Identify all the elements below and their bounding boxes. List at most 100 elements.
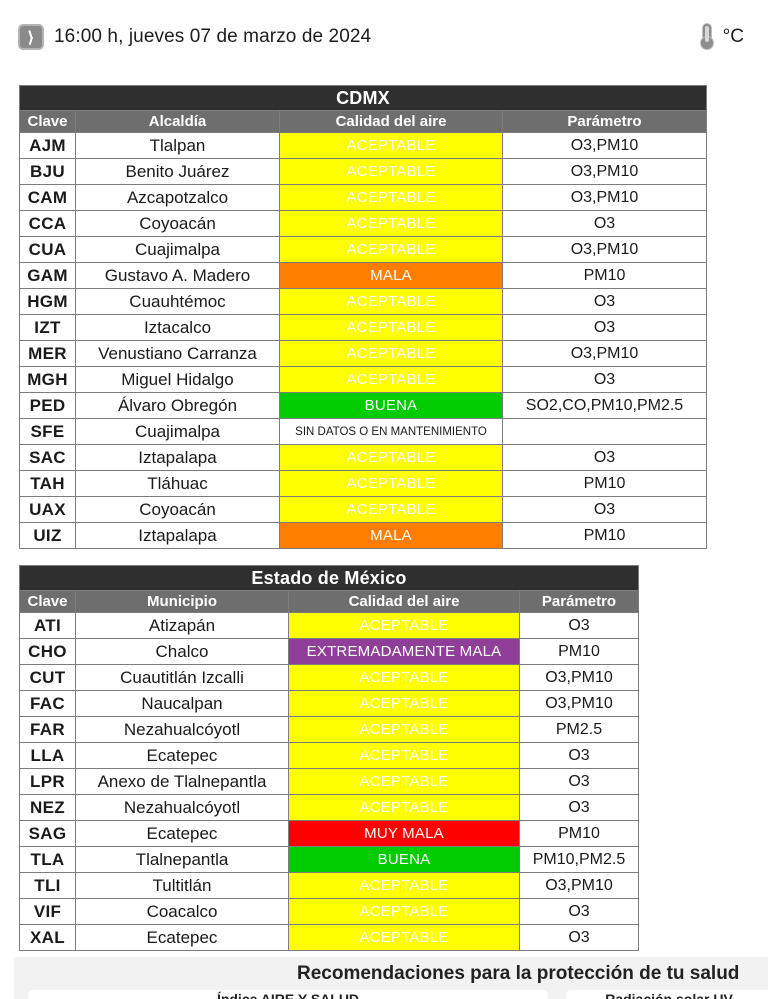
station-locality: Azcapotzalco (76, 185, 279, 210)
pollutant-parameter: O3,PM10 (520, 665, 638, 690)
pollutant-parameter: O3 (503, 445, 706, 470)
table-row: ATI Atizapán ACEPTABLE O3 (20, 613, 638, 638)
station-key: BJU (20, 159, 75, 184)
air-quality-badge: MUY MALA (289, 821, 519, 846)
station-key: PED (20, 393, 75, 418)
radiacion-uv-card[interactable]: Radiación solar UV (566, 990, 768, 999)
station-key: SAC (20, 445, 75, 470)
station-key: AJM (20, 133, 75, 158)
station-key: UAX (20, 497, 75, 522)
clock-icon (18, 24, 44, 50)
pollutant-parameter: O3 (503, 289, 706, 314)
air-quality-badge: ACEPTABLE (289, 925, 519, 950)
edomex-col-municipio: Municipio (76, 591, 288, 612)
station-locality: Naucalpan (76, 691, 288, 716)
aire-y-salud-card-title: Índice AIRE Y SALUD (216, 991, 360, 999)
cdmx-col-clave: Clave (20, 111, 75, 132)
recommendations-panel: Recomendaciones para la protección de tu… (14, 957, 768, 999)
air-quality-badge: ACEPTABLE (280, 133, 502, 158)
station-key: TAH (20, 471, 75, 496)
datetime-group: 16:00 h, jueves 07 de marzo de 2024 (18, 24, 371, 50)
table-row: SAG Ecatepec MUY MALA PM10 (20, 821, 638, 846)
station-key: CUA (20, 237, 75, 262)
air-quality-badge: ACEPTABLE (289, 613, 519, 638)
table-row: MER Venustiano Carranza ACEPTABLE O3,PM10 (20, 341, 706, 366)
pollutant-parameter: O3 (503, 497, 706, 522)
table-row: FAC Naucalpan ACEPTABLE O3,PM10 (20, 691, 638, 716)
table-row: TAH Tláhuac ACEPTABLE PM10 (20, 471, 706, 496)
pollutant-parameter: PM10 (503, 263, 706, 288)
table-row: SFE Cuajimalpa SIN DATOS O EN MANTENIMIENT… (20, 419, 706, 444)
air-quality-badge: ACEPTABLE (280, 471, 502, 496)
station-locality: Cuajimalpa (76, 237, 279, 262)
table-row: CHO Chalco EXTREMADAMENTE MALA PM10 (20, 639, 638, 664)
table-row: GAM Gustavo A. Madero MALA PM10 (20, 263, 706, 288)
station-locality: Cuauhtémoc (76, 289, 279, 314)
station-locality: Cuautitlán Izcalli (76, 665, 288, 690)
pollutant-parameter: PM10 (503, 471, 706, 496)
station-key: FAR (20, 717, 75, 742)
station-locality: Nezahualcóyotl (76, 795, 288, 820)
table-row: MGH Miguel Hidalgo ACEPTABLE O3 (20, 367, 706, 392)
air-quality-badge: ACEPTABLE (280, 367, 502, 392)
station-key: GAM (20, 263, 75, 288)
air-quality-badge: ACEPTABLE (280, 185, 502, 210)
table-row: LPR Anexo de Tlalnepantla ACEPTABLE O3 (20, 769, 638, 794)
table-row: BJU Benito Juárez ACEPTABLE O3,PM10 (20, 159, 706, 184)
table-row: PED Álvaro Obregón BUENA SO2,CO,PM10,PM2.5 (20, 393, 706, 418)
table-row: VIF Coacalco ACEPTABLE O3 (20, 899, 638, 924)
air-quality-report-page: 16:00 h, jueves 07 de marzo de 2024 °C C… (0, 0, 768, 999)
pollutant-parameter: O3 (503, 367, 706, 392)
recommendations-cards: Índice AIRE Y SALUD Radiación solar UV (14, 990, 768, 999)
station-key: CHO (20, 639, 75, 664)
pollutant-parameter: O3,PM10 (503, 159, 706, 184)
air-quality-badge: ACEPTABLE (289, 769, 519, 794)
pollutant-parameter: PM2.5 (520, 717, 638, 742)
station-locality: Cuajimalpa (76, 419, 279, 444)
edomex-table-body: Estado de México Clave Municipio Calidad… (20, 566, 638, 950)
air-quality-badge: ACEPTABLE (289, 873, 519, 898)
cdmx-table-body: CDMX Clave Alcaldía Calidad del aire Par… (20, 86, 706, 548)
station-key: CCA (20, 211, 75, 236)
station-locality: Iztacalco (76, 315, 279, 340)
station-key: LPR (20, 769, 75, 794)
cdmx-air-quality-table: CDMX Clave Alcaldía Calidad del aire Par… (19, 85, 707, 549)
pollutant-parameter: PM10 (503, 523, 706, 548)
temperature-unit-label: °C (722, 26, 744, 47)
edomex-title-row: Estado de México (20, 566, 638, 590)
station-locality: Tláhuac (76, 471, 279, 496)
table-row: CAM Azcapotzalco ACEPTABLE O3,PM10 (20, 185, 706, 210)
pollutant-parameter: O3 (520, 769, 638, 794)
station-locality: Miguel Hidalgo (76, 367, 279, 392)
table-row: UIZ Iztapalapa MALA PM10 (20, 523, 706, 548)
station-key: MER (20, 341, 75, 366)
station-locality: Benito Juárez (76, 159, 279, 184)
air-quality-badge: ACEPTABLE (280, 341, 502, 366)
station-locality: Iztapalapa (76, 445, 279, 470)
station-key: CAM (20, 185, 75, 210)
table-row: AJM Tlalpan ACEPTABLE O3,PM10 (20, 133, 706, 158)
pollutant-parameter: PM10 (520, 821, 638, 846)
aire-y-salud-card[interactable]: Índice AIRE Y SALUD (28, 990, 548, 999)
air-quality-badge: ACEPTABLE (289, 795, 519, 820)
station-key: IZT (20, 315, 75, 340)
pollutant-parameter: O3,PM10 (503, 237, 706, 262)
table-row: CUA Cuajimalpa ACEPTABLE O3,PM10 (20, 237, 706, 262)
station-locality: Ecatepec (76, 743, 288, 768)
station-key: VIF (20, 899, 75, 924)
air-quality-badge: ACEPTABLE (289, 691, 519, 716)
pollutant-parameter: PM10,PM2.5 (520, 847, 638, 872)
table-row: TLI Tultitlán ACEPTABLE O3,PM10 (20, 873, 638, 898)
station-locality: Álvaro Obregón (76, 393, 279, 418)
temperature-unit-group: °C (699, 23, 744, 51)
datetime-label: 16:00 h, jueves 07 de marzo de 2024 (54, 26, 372, 47)
table-row: CCA Coyoacán ACEPTABLE O3 (20, 211, 706, 236)
station-key: LLA (20, 743, 75, 768)
pollutant-parameter: O3,PM10 (520, 873, 638, 898)
station-locality: Nezahualcóyotl (76, 717, 288, 742)
pollutant-parameter: PM10 (520, 639, 638, 664)
table-row: IZT Iztacalco ACEPTABLE O3 (20, 315, 706, 340)
air-quality-badge: EXTREMADAMENTE MALA (289, 639, 519, 664)
status-bar: 16:00 h, jueves 07 de marzo de 2024 °C (0, 0, 768, 74)
edomex-air-quality-table: Estado de México Clave Municipio Calidad… (19, 565, 639, 951)
